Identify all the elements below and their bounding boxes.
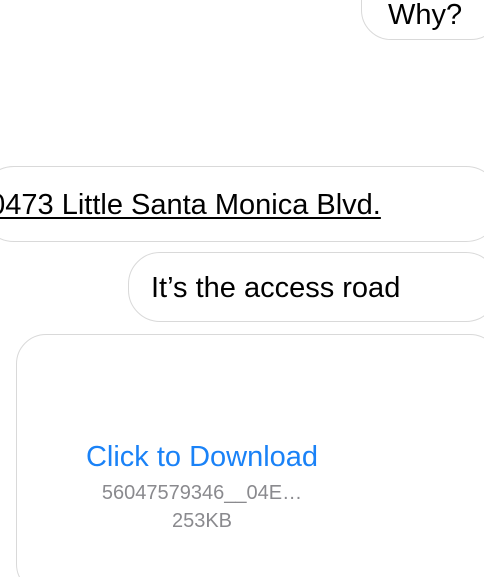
message-text: It’s the access road	[151, 272, 401, 304]
address-link[interactable]: 10473 Little Santa Monica Blvd.	[0, 191, 381, 220]
message-bubble-why: Why?	[361, 0, 484, 40]
attachment-bubble[interactable]: Click to Download 56047579346__04E… 253K…	[16, 334, 484, 577]
message-bubble-access-road: It’s the access road	[128, 252, 484, 322]
attachment-filename: 56047579346__04E…	[101, 482, 303, 504]
attachment-size: 253KB	[171, 510, 233, 532]
message-text: Why?	[388, 0, 463, 31]
message-bubble-address: 10473 Little Santa Monica Blvd.	[0, 166, 484, 242]
download-link[interactable]: Click to Download	[17, 443, 387, 472]
